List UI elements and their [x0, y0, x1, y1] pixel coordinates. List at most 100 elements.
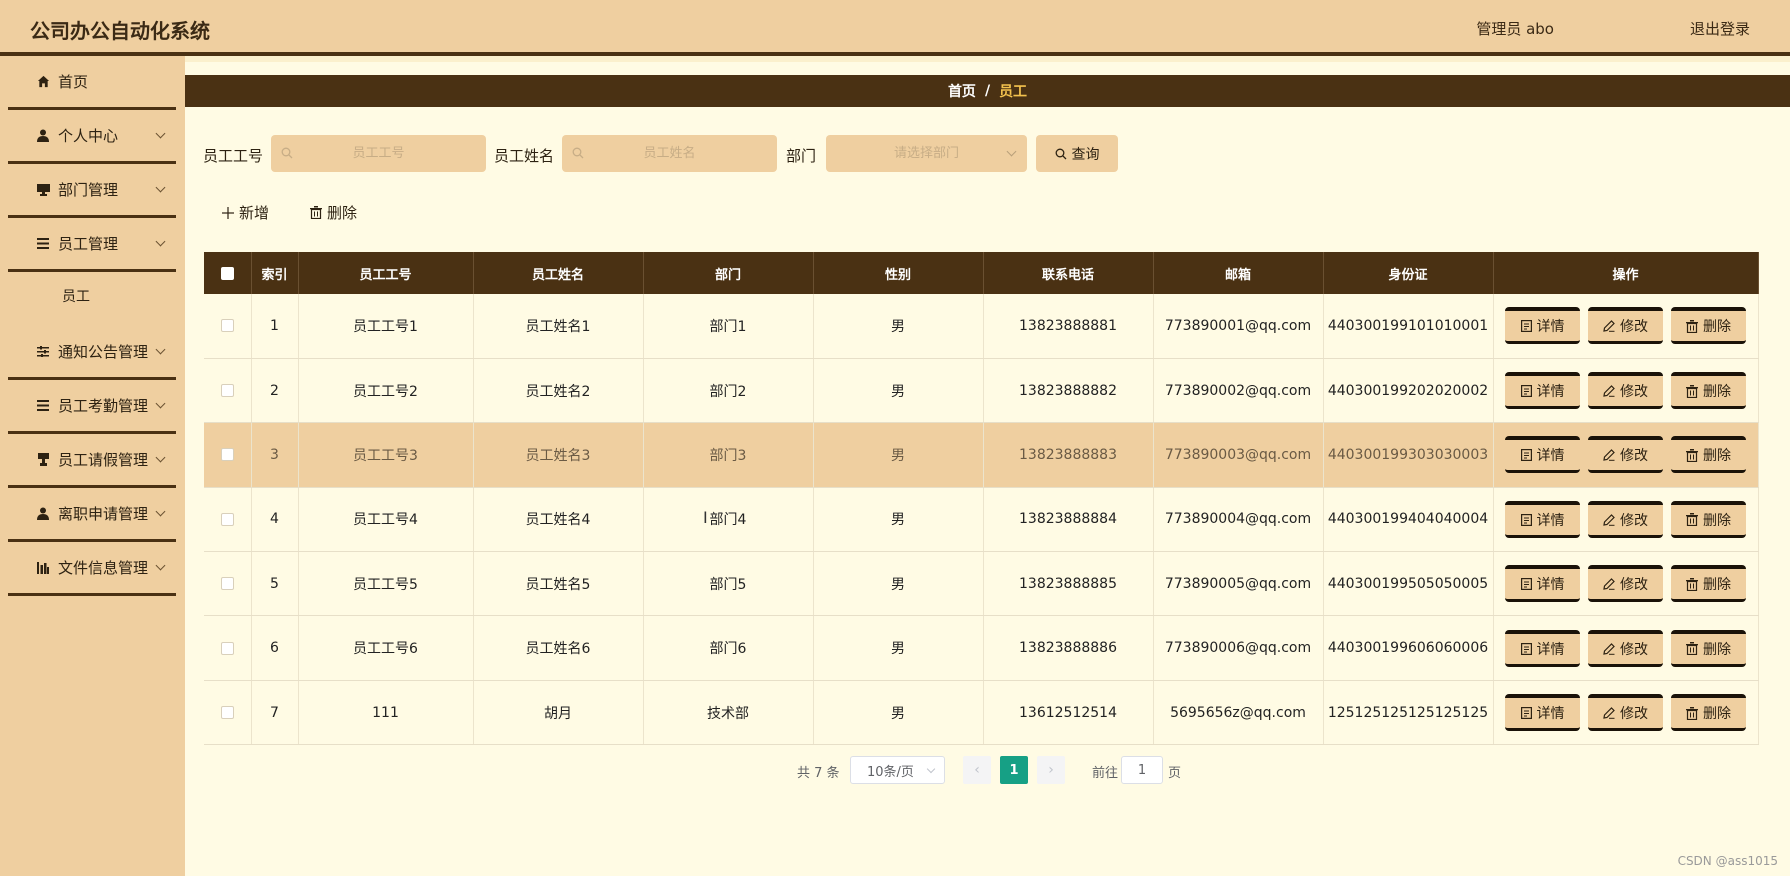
sidebar-item-resignation[interactable]: 离职申请管理 [8, 488, 176, 542]
list-icon [28, 238, 58, 249]
page-number[interactable]: 1 [1000, 756, 1028, 784]
cell-gender: 男 [813, 680, 984, 746]
chevron-down-icon [155, 398, 166, 409]
detail-button[interactable]: 详情 [1505, 307, 1580, 345]
delete-button-label: 删除 [1703, 384, 1731, 401]
edit-button-label: 修改 [1620, 641, 1648, 658]
cell-dept: 技术部 [643, 680, 814, 746]
cell-dept: 部门4 [643, 487, 814, 553]
edit-button[interactable]: 修改 [1588, 694, 1663, 732]
cell-phone: 13823888884 [983, 487, 1154, 553]
edit-button[interactable]: 修改 [1588, 436, 1663, 474]
add-button[interactable]: 新增 [222, 202, 269, 223]
sidebar-item-files[interactable]: 文件信息管理 [8, 542, 176, 596]
edit-button[interactable]: 修改 [1588, 565, 1663, 603]
detail-button[interactable]: 详情 [1505, 629, 1580, 667]
select-all-checkbox[interactable] [220, 266, 234, 280]
trash-icon [1686, 577, 1698, 591]
row-checkbox[interactable] [220, 512, 234, 526]
edit-button[interactable]: 修改 [1588, 500, 1663, 538]
detail-button[interactable]: 详情 [1505, 500, 1580, 538]
row-checkbox[interactable] [220, 706, 234, 720]
row-checkbox[interactable] [220, 641, 234, 655]
employee-name-input[interactable] [562, 135, 777, 172]
edit-icon [1603, 449, 1615, 462]
delete-button-label: 删除 [1703, 319, 1731, 336]
delete-button[interactable]: 删除 [1671, 500, 1746, 538]
sidebar-item-label: 个人中心 [58, 127, 119, 145]
add-button-label: 新增 [239, 204, 270, 222]
table-row: 2 员工工号2 员工姓名2 部门2 男 13823888882 773890002@qq.c… [204, 358, 1759, 424]
chevron-down-icon [155, 452, 166, 463]
row-select-cell [204, 680, 252, 746]
sliders-icon [28, 346, 58, 357]
query-button[interactable]: 查询 [1036, 135, 1118, 172]
prev-page-button[interactable]: ‹ [963, 756, 991, 784]
edit-button[interactable]: 修改 [1588, 629, 1663, 667]
cell-email: 773890001@qq.com [1153, 294, 1324, 359]
row-checkbox[interactable] [220, 319, 234, 333]
row-actions-cell: 详情 修改 删除 [1493, 294, 1759, 359]
page-size-select[interactable]: 10条/页 [850, 756, 945, 784]
employee-id-input[interactable] [271, 135, 486, 172]
cell-index: 5 [251, 551, 299, 617]
sidebar-item-leave[interactable]: 员工请假管理 [8, 434, 176, 488]
sidebar-subitem-employee[interactable]: 员工 [62, 286, 90, 306]
sidebar-item-personal-center[interactable]: 个人中心 [8, 110, 176, 164]
logout-link[interactable]: 退出登录 [1690, 18, 1750, 39]
row-checkbox[interactable] [220, 384, 234, 398]
cell-idcard: 440300199505050005 [1323, 551, 1494, 617]
detail-button[interactable]: 详情 [1505, 436, 1580, 474]
employee-id-field[interactable] [271, 135, 486, 172]
cell-email: 773890002@qq.com [1153, 358, 1324, 424]
edit-button-label: 修改 [1620, 319, 1648, 336]
sidebar-item-notice[interactable]: 通知公告管理 [8, 326, 176, 380]
detail-button[interactable]: 详情 [1505, 372, 1580, 410]
trash-icon [1686, 513, 1698, 527]
detail-button[interactable]: 详情 [1505, 694, 1580, 732]
app-title: 公司办公自动化系统 [30, 19, 210, 43]
sidebar-item-attendance[interactable]: 员工考勤管理 [8, 380, 176, 434]
sidebar-item-label: 文件信息管理 [58, 559, 149, 577]
user-icon [28, 129, 58, 142]
breadcrumb-current: 员工 [999, 84, 1028, 100]
sidebar-item-employee[interactable]: 员工管理 [8, 218, 176, 272]
detail-button[interactable]: 详情 [1505, 565, 1580, 603]
employee-name-field[interactable] [562, 135, 777, 172]
department-select-input[interactable] [826, 135, 1027, 172]
delete-button[interactable]: 删除 [1671, 694, 1746, 732]
cell-gender: 男 [813, 358, 984, 424]
delete-button[interactable]: 删除 [1671, 436, 1746, 474]
row-select-cell [204, 422, 252, 488]
breadcrumb-home[interactable]: 首页 [948, 81, 976, 101]
next-page-button[interactable]: › [1037, 756, 1065, 784]
edit-button-label: 修改 [1620, 512, 1648, 529]
department-select[interactable] [826, 135, 1027, 172]
delete-button[interactable]: 删除 [1671, 372, 1746, 410]
delete-button[interactable]: 删除 [1671, 565, 1746, 603]
select-all-cell [204, 252, 252, 294]
edit-button[interactable]: 修改 [1588, 372, 1663, 410]
home-icon [28, 75, 58, 88]
batch-delete-button[interactable]: 删除 [310, 202, 357, 223]
department-label: 部门 [786, 147, 817, 165]
table-row: 3 员工工号3 员工姓名3 部门3 男 13823888883 773890003@qq.c… [204, 422, 1759, 488]
top-bar: 公司办公自动化系统 管理员 abo 退出登录 [0, 0, 1790, 56]
cell-email: 773890005@qq.com [1153, 551, 1324, 617]
goto-page-input[interactable] [1121, 756, 1163, 784]
column-header: 身份证 [1323, 252, 1494, 294]
employee-name-label: 员工姓名 [494, 147, 555, 165]
sidebar-item-department[interactable]: 部门管理 [8, 164, 176, 218]
edit-button[interactable]: 修改 [1588, 307, 1663, 345]
goto-page-unit: 页 [1168, 766, 1182, 781]
row-checkbox[interactable] [220, 448, 234, 462]
row-checkbox[interactable] [220, 577, 234, 591]
document-icon [1520, 449, 1532, 462]
goto-label: 前往 [1092, 766, 1119, 781]
delete-button[interactable]: 删除 [1671, 307, 1746, 345]
sidebar-item-home[interactable]: 首页 [8, 56, 176, 110]
delete-button[interactable]: 删除 [1671, 629, 1746, 667]
cell-dept: 部门1 [643, 294, 814, 359]
table-row: 7 111 胡月 技术部男 13612512514 5695656z@qq.com 1251… [204, 680, 1759, 746]
cell-idcard: 440300199101010001 [1323, 294, 1494, 359]
